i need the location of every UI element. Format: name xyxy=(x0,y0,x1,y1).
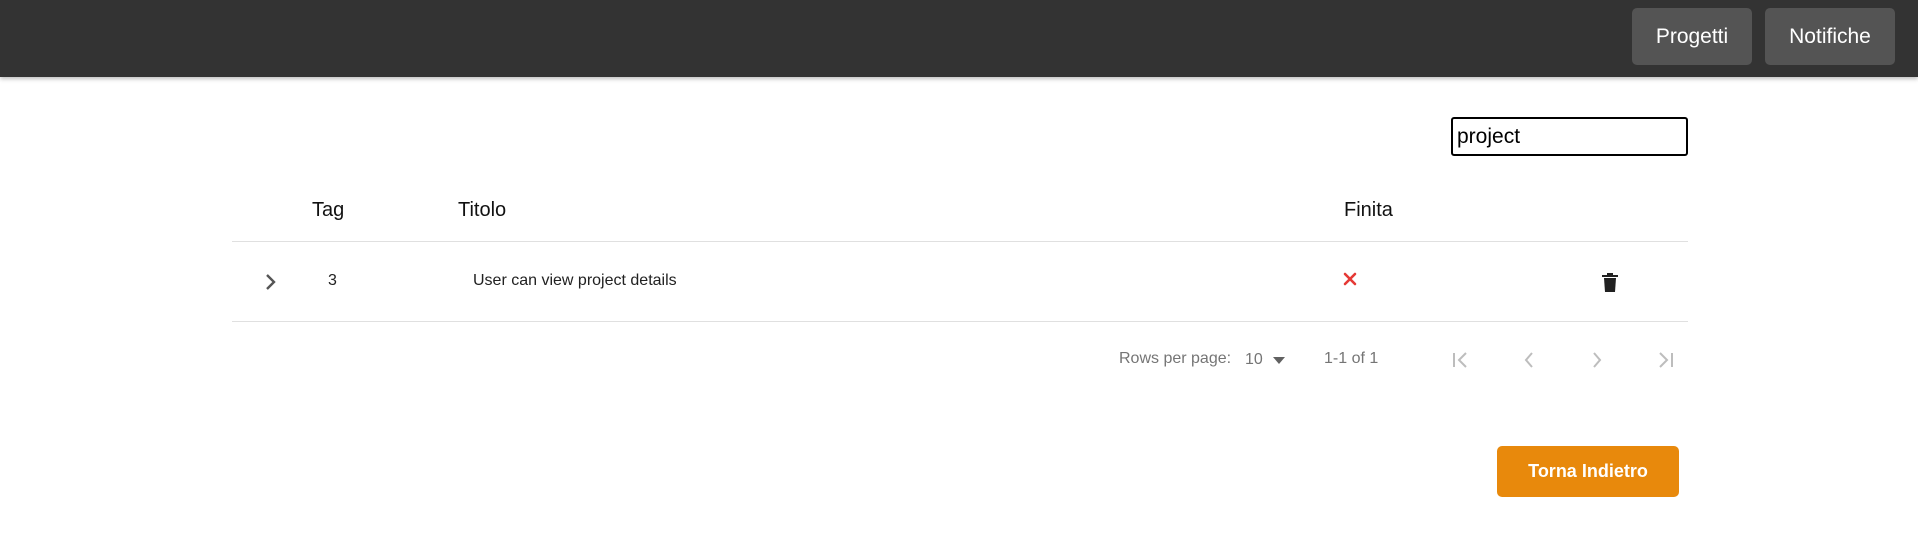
rows-per-page-select[interactable]: 10 xyxy=(1245,346,1285,374)
nav-notifications-button[interactable]: Notifiche xyxy=(1765,8,1895,65)
back-button[interactable]: Torna Indietro xyxy=(1497,446,1679,497)
first-page-icon xyxy=(1453,352,1467,368)
trash-icon xyxy=(1602,272,1618,292)
close-icon xyxy=(1343,272,1357,286)
table-pagination: Rows per page: 10 1-1 of 1 xyxy=(232,340,1688,380)
expand-row-button[interactable] xyxy=(260,270,282,294)
row-tag: 3 xyxy=(328,272,337,289)
first-page-button[interactable] xyxy=(1447,346,1475,374)
column-header-tag[interactable]: Tag xyxy=(312,199,344,222)
chevron-left-icon xyxy=(1524,352,1533,368)
column-header-done[interactable]: Finita xyxy=(1344,199,1393,222)
caret-down-icon xyxy=(1272,356,1285,364)
search-input[interactable] xyxy=(1451,117,1688,156)
top-app-bar: Progetti Notifiche xyxy=(0,0,1918,77)
stories-table: Tag Titolo Finita 3 User can view projec… xyxy=(232,183,1688,322)
last-page-icon xyxy=(1659,352,1673,368)
rows-per-page-label: Rows per page: xyxy=(1119,350,1232,367)
next-page-button[interactable] xyxy=(1583,346,1611,374)
column-header-title[interactable]: Titolo xyxy=(458,199,506,222)
chevron-right-icon xyxy=(266,274,276,290)
table-row: 3 User can view project details xyxy=(232,242,1688,322)
rows-per-page-value: 10 xyxy=(1245,351,1263,368)
chevron-right-icon xyxy=(1593,352,1602,368)
last-page-button[interactable] xyxy=(1651,346,1679,374)
nav-projects-button[interactable]: Progetti xyxy=(1632,8,1752,65)
table-header: Tag Titolo Finita xyxy=(232,183,1688,242)
previous-page-button[interactable] xyxy=(1515,346,1543,374)
pagination-range: 1-1 of 1 xyxy=(1324,350,1379,367)
row-title: User can view project details xyxy=(473,272,677,289)
delete-button[interactable] xyxy=(1598,269,1622,295)
